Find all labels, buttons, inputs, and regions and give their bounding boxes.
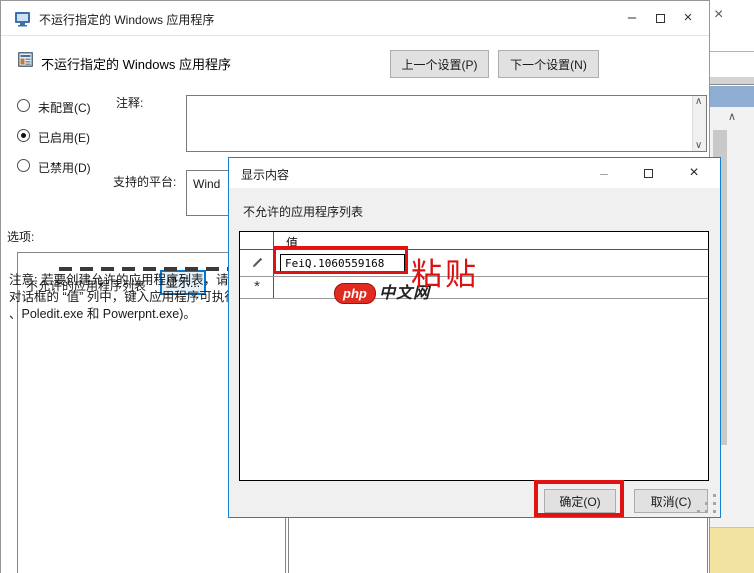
comment-label: 注释: xyxy=(116,94,143,111)
scroll-up-icon[interactable]: ∧ xyxy=(695,96,702,107)
radio-circle[interactable] xyxy=(17,159,30,172)
new-row-asterisk-icon: * xyxy=(240,277,274,298)
background-selection-band xyxy=(710,86,754,107)
radio-label: 未配置(C) xyxy=(38,99,91,116)
dialog-titlebar[interactable]: 显示内容 – × xyxy=(229,158,720,188)
scroll-down-icon[interactable]: ∨ xyxy=(695,140,702,151)
comment-textarea[interactable]: ∧ ∨ xyxy=(186,95,707,152)
dialog-maximize-icon[interactable] xyxy=(633,160,663,186)
dialog-minimize-icon[interactable]: – xyxy=(589,160,619,186)
previous-setting-button[interactable]: 上一个设置(P) xyxy=(390,50,489,78)
app-icon xyxy=(14,10,31,30)
php-logo: php xyxy=(334,283,376,304)
minimize-icon[interactable]: – xyxy=(619,5,645,31)
annotation-box-value xyxy=(273,246,408,274)
dialog-close-icon[interactable]: × xyxy=(679,160,709,186)
close-icon[interactable]: × xyxy=(675,5,701,31)
comment-scrollbar[interactable]: ∧ ∨ xyxy=(692,96,706,151)
policy-icon xyxy=(17,51,34,71)
background-scroll-up-icon[interactable]: ∧ xyxy=(728,110,736,123)
background-toolbar-strip xyxy=(710,77,754,85)
screen: × ∧ ∨ 不运行指定的 Windows 应用程序 – × 不运行指定的 Win… xyxy=(0,0,754,573)
supported-on-value: Wind xyxy=(193,177,220,191)
maximize-icon[interactable] xyxy=(647,5,673,31)
annotation-box-ok xyxy=(534,480,624,517)
window-title: 不运行指定的 Windows 应用程序 xyxy=(39,11,214,28)
dialog-title: 显示内容 xyxy=(241,166,289,183)
supported-on-label: 支持的平台: xyxy=(113,173,176,190)
background-close-icon[interactable]: × xyxy=(714,6,723,24)
clipped-help-line xyxy=(59,267,239,271)
next-setting-button[interactable]: 下一个设置(N) xyxy=(498,50,599,78)
dialog-list-label: 不允许的应用程序列表 xyxy=(243,203,363,220)
background-divider xyxy=(710,51,754,52)
radio-circle[interactable] xyxy=(17,99,30,112)
radio-label: 已启用(E) xyxy=(38,129,90,146)
radio-label: 已禁用(D) xyxy=(38,159,91,176)
show-contents-dialog: 显示内容 – × 不允许的应用程序列表 值 FeiQ.1060559168 * … xyxy=(228,157,721,518)
annotation-paste-label: 粘贴 xyxy=(411,249,479,294)
options-label: 选项: xyxy=(7,228,34,245)
radio-circle[interactable] xyxy=(17,129,30,142)
window-titlebar[interactable]: 不运行指定的 Windows 应用程序 – × xyxy=(1,1,709,36)
resize-grip[interactable] xyxy=(705,502,708,505)
policy-title: 不运行指定的 Windows 应用程序 xyxy=(41,54,231,73)
cancel-button[interactable]: 取消(C) xyxy=(634,489,708,513)
pencil-icon xyxy=(240,250,274,276)
background-yellow-panel xyxy=(710,527,754,573)
